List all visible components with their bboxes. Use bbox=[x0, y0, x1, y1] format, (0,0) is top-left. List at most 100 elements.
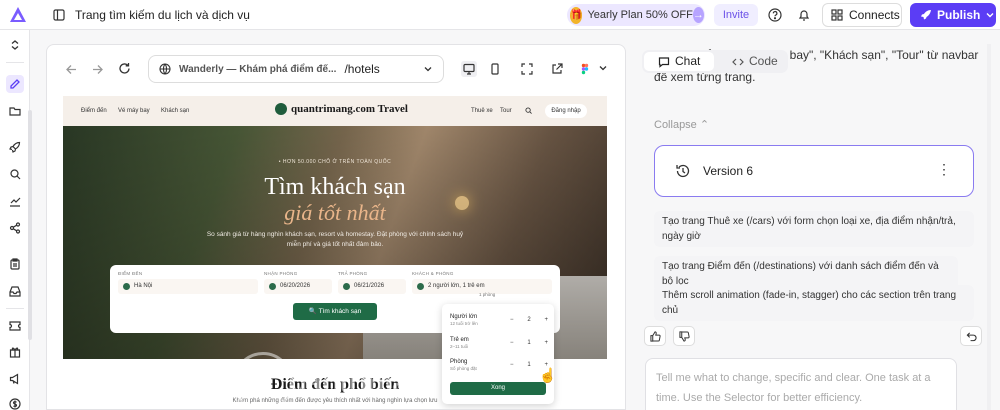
collapse-toggle[interactable]: Collapse ⌃ bbox=[654, 118, 709, 131]
more-options-icon[interactable]: ⋮ bbox=[937, 162, 951, 176]
undo-icon[interactable] bbox=[960, 326, 982, 346]
destination-value: Hà Nội bbox=[134, 283, 153, 289]
search-icon[interactable] bbox=[525, 107, 532, 114]
top-bar: Trang tìm kiếm du lịch và dịch vụ 🎁 Year… bbox=[0, 0, 1000, 30]
nav-flights[interactable]: Vé máy bay bbox=[118, 108, 150, 114]
yearly-plan-promo[interactable]: 🎁 Yearly Plan 50% OFF → bbox=[567, 4, 705, 26]
nav-tour[interactable]: Tour bbox=[500, 108, 512, 114]
nav-hotels[interactable]: Khách sạn bbox=[161, 108, 189, 114]
discount-icon[interactable] bbox=[6, 316, 24, 334]
open-external-icon[interactable] bbox=[549, 61, 565, 77]
rooms-count: 1 bbox=[527, 362, 531, 368]
chevron-up-icon: ⌃ bbox=[699, 119, 710, 131]
tab-chat-label: Chat bbox=[675, 54, 701, 68]
arrow-right-icon: → bbox=[692, 7, 704, 23]
forward-arrow-icon[interactable] bbox=[91, 63, 104, 76]
children-sub: 2–11 tuổi bbox=[450, 344, 469, 349]
rocket-icon[interactable] bbox=[6, 138, 24, 156]
fullscreen-icon[interactable] bbox=[519, 61, 535, 77]
folder-icon[interactable] bbox=[6, 102, 24, 120]
minus-button[interactable]: − bbox=[510, 362, 514, 368]
project-title[interactable]: Trang tìm kiếm du lịch và dịch vụ bbox=[75, 8, 250, 22]
tab-code[interactable]: Code bbox=[718, 52, 786, 71]
url-bar[interactable]: Wanderly — Khám phá điểm đế... /hotels bbox=[148, 55, 444, 83]
children-label: Trẻ em bbox=[450, 337, 469, 343]
rooms-sub: Số phòng đặt bbox=[450, 366, 477, 371]
calendar-icon bbox=[343, 283, 350, 290]
connects-button[interactable]: Connects bbox=[822, 3, 902, 27]
brand-logo-icon bbox=[275, 103, 287, 115]
guests-done-button[interactable]: Xong bbox=[450, 382, 546, 395]
chevron-down-icon[interactable] bbox=[985, 10, 995, 20]
sidebar-toggle-icon[interactable] bbox=[53, 9, 65, 21]
edit-icon[interactable] bbox=[6, 75, 24, 93]
adults-stepper[interactable]: − 2 + bbox=[510, 317, 548, 323]
connects-label: Connects bbox=[849, 8, 900, 22]
checkout-field[interactable]: 06/21/2026 bbox=[338, 279, 406, 294]
plan-label: Yearly Plan 50% OFF bbox=[587, 9, 693, 21]
expand-icon[interactable] bbox=[6, 36, 24, 54]
chat-code-tabs: Chat Code bbox=[642, 50, 788, 73]
tab-chat[interactable]: Chat bbox=[644, 52, 714, 71]
sidebar-divider bbox=[6, 62, 24, 63]
plus-button[interactable]: + bbox=[544, 340, 548, 346]
help-icon[interactable] bbox=[768, 8, 782, 22]
reload-icon[interactable] bbox=[118, 62, 131, 75]
search-chat-icon[interactable] bbox=[6, 165, 24, 183]
hand-cursor-icon: ☝ bbox=[539, 367, 557, 383]
site-navbar: Điểm đến Vé máy bay Khách sạn quantriman… bbox=[63, 96, 607, 126]
checkout-label: TRẢ PHÒNG bbox=[338, 271, 368, 276]
sidebar-scrollbar[interactable] bbox=[28, 110, 32, 340]
location-pin-icon bbox=[123, 283, 130, 290]
chat-input[interactable]: Tell me what to change, specific and cle… bbox=[645, 358, 957, 410]
dollar-icon[interactable] bbox=[6, 395, 24, 410]
login-button[interactable]: Đăng nhập bbox=[545, 104, 587, 118]
nav-car-rental[interactable]: Thuê xe bbox=[471, 108, 493, 114]
hero-description: So sánh giá từ hàng nghìn khách sạn, res… bbox=[206, 231, 464, 248]
code-icon bbox=[732, 58, 744, 65]
figma-icon[interactable] bbox=[577, 61, 593, 77]
version-card[interactable]: Version 6 ⋮ bbox=[654, 145, 974, 197]
grid-icon bbox=[831, 9, 843, 21]
children-row: Trẻ em 2–11 tuổi bbox=[450, 337, 469, 349]
search-hotels-label: Tìm khách sạn bbox=[318, 308, 362, 315]
minus-button[interactable]: − bbox=[510, 340, 514, 346]
version-label: Version 6 bbox=[703, 164, 754, 178]
chevron-down-icon[interactable] bbox=[598, 63, 608, 73]
checkin-value: 06/20/2026 bbox=[280, 283, 311, 289]
destination-field[interactable]: Hà Nội bbox=[118, 279, 258, 294]
gift-icon: 🎁 bbox=[570, 6, 583, 24]
minus-button[interactable]: − bbox=[510, 317, 514, 323]
children-stepper[interactable]: − 1 + bbox=[510, 340, 548, 346]
thumbs-up-icon[interactable] bbox=[644, 326, 666, 346]
checkin-field[interactable]: 06/20/2026 bbox=[264, 279, 332, 294]
publish-button[interactable]: Publish bbox=[910, 3, 996, 27]
desktop-view-icon[interactable] bbox=[461, 61, 477, 77]
hero-tagline: • HƠN 50.000 CHỖ Ở TRÊN TOÀN QUỐC bbox=[278, 159, 392, 165]
suggestion-item[interactable]: Thêm scroll animation (fade-in, stagger)… bbox=[654, 285, 974, 321]
analytics-icon[interactable] bbox=[6, 192, 24, 210]
app-logo-icon[interactable] bbox=[9, 6, 27, 24]
site-brand[interactable]: quantrimang.com Travel bbox=[275, 103, 408, 115]
adults-label: Người lớn bbox=[450, 314, 478, 320]
mobile-view-icon[interactable] bbox=[487, 61, 503, 77]
publish-label: Publish bbox=[937, 8, 981, 22]
chevron-down-icon[interactable] bbox=[423, 64, 433, 74]
search-hotels-button[interactable]: 🔍 Tìm khách sạn bbox=[293, 303, 377, 320]
chat-scrollbar[interactable] bbox=[987, 44, 991, 410]
plus-button[interactable]: + bbox=[544, 317, 548, 323]
bell-icon[interactable] bbox=[797, 8, 811, 22]
megaphone-icon[interactable] bbox=[6, 370, 24, 388]
share-icon[interactable] bbox=[6, 219, 24, 237]
suggestion-item[interactable]: Tạo trang Thuê xe (/cars) với form chọn … bbox=[654, 211, 974, 247]
collapse-label: Collapse bbox=[654, 119, 697, 131]
user-icon bbox=[417, 283, 424, 290]
gift-icon[interactable] bbox=[6, 343, 24, 361]
guests-label: KHÁCH & PHÒNG bbox=[412, 271, 454, 276]
nav-destinations[interactable]: Điểm đến bbox=[81, 108, 107, 114]
invite-button[interactable]: Invite bbox=[714, 4, 758, 26]
clipboard-icon[interactable] bbox=[6, 255, 24, 273]
inbox-icon[interactable] bbox=[6, 282, 24, 300]
back-arrow-icon[interactable] bbox=[65, 63, 78, 76]
thumbs-down-icon[interactable] bbox=[673, 326, 695, 346]
